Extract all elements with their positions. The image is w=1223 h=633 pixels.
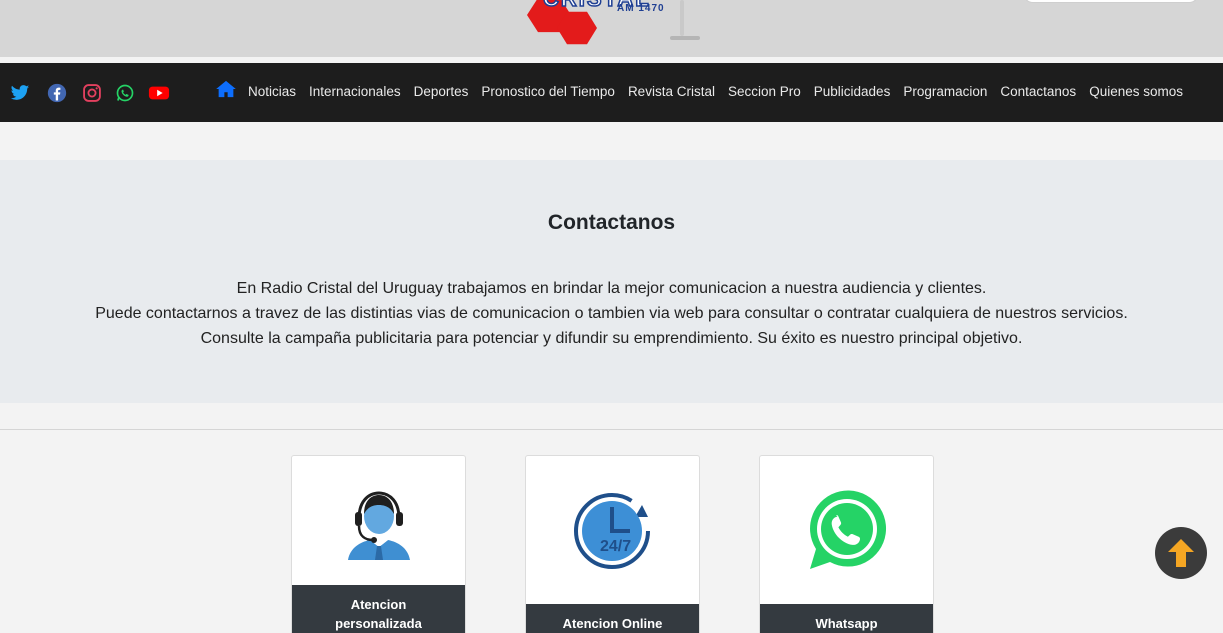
contact-card-whatsapp[interactable]: Whatsapp xyxy=(759,455,934,633)
logo-subtext: AM 1470 xyxy=(617,3,665,14)
instagram-icon[interactable] xyxy=(80,81,104,105)
contact-hero: Contactanos En Radio Cristal del Uruguay… xyxy=(0,160,1223,403)
nav-item-deportes[interactable]: Deportes xyxy=(414,76,469,102)
contact-card-online[interactable]: 24/7 Atencion Online xyxy=(525,455,700,633)
nav-item-pronostico[interactable]: Pronostico del Tiempo xyxy=(481,76,615,102)
nav-item-seccion-pro[interactable]: Seccion Pro xyxy=(728,76,801,102)
hero-line: En Radio Cristal del Uruguay trabajamos … xyxy=(236,280,987,297)
card-label-line: personalizada xyxy=(335,616,422,631)
site-logo[interactable]: CRISTAL AM 1470 xyxy=(523,0,713,50)
nav-item-publicidades[interactable]: Publicidades xyxy=(814,76,891,102)
nav-item-internacionales[interactable]: Internacionales xyxy=(309,76,401,102)
nav-item-contactanos[interactable]: Contactanos xyxy=(1000,76,1076,102)
customer-support-icon xyxy=(292,456,465,586)
svg-text:24/7: 24/7 xyxy=(600,538,631,555)
whatsapp-icon[interactable] xyxy=(113,81,137,105)
nav-item-quienes-somos[interactable]: Quienes somos xyxy=(1089,76,1183,102)
twitter-icon[interactable] xyxy=(8,81,32,105)
nav-menu: Noticias Internacionales Deportes Pronos… xyxy=(216,76,1196,102)
card-label-line: Atencion xyxy=(350,597,407,612)
facebook-icon[interactable] xyxy=(45,81,69,105)
hero-description: En Radio Cristal del Uruguay trabajamos … xyxy=(0,276,1223,351)
whatsapp-icon xyxy=(760,456,933,604)
top-header: CRISTAL AM 1470 xyxy=(0,0,1223,57)
nav-item-noticias[interactable]: Noticias xyxy=(248,76,296,102)
main-navbar: Noticias Internacionales Deportes Pronos… xyxy=(0,63,1223,122)
arrow-up-icon xyxy=(1168,539,1194,567)
section-divider xyxy=(0,429,1223,430)
microphone-icon xyxy=(680,0,684,36)
home-icon[interactable] xyxy=(216,79,236,99)
scroll-to-top-button[interactable] xyxy=(1155,527,1207,579)
microphone-base xyxy=(670,36,700,40)
card-label: Atencion Online xyxy=(526,604,699,633)
card-label: Whatsapp xyxy=(760,604,933,633)
hero-line: Consulte la campaña publicitaria para po… xyxy=(200,330,1023,347)
nav-item-revista-cristal[interactable]: Revista Cristal xyxy=(628,76,715,102)
clock-24-7-icon: 24/7 xyxy=(526,456,699,604)
nav-item-programacion[interactable]: Programacion xyxy=(903,76,987,102)
card-label: Atencion personalizada xyxy=(292,585,465,633)
hero-line: Puede contactarnos a travez de las disti… xyxy=(95,305,1128,322)
search-input[interactable] xyxy=(1023,0,1199,3)
youtube-icon[interactable] xyxy=(147,81,171,105)
contact-card-personalizada[interactable]: Atencion personalizada xyxy=(291,455,466,633)
page-title: Contactanos xyxy=(547,211,676,234)
